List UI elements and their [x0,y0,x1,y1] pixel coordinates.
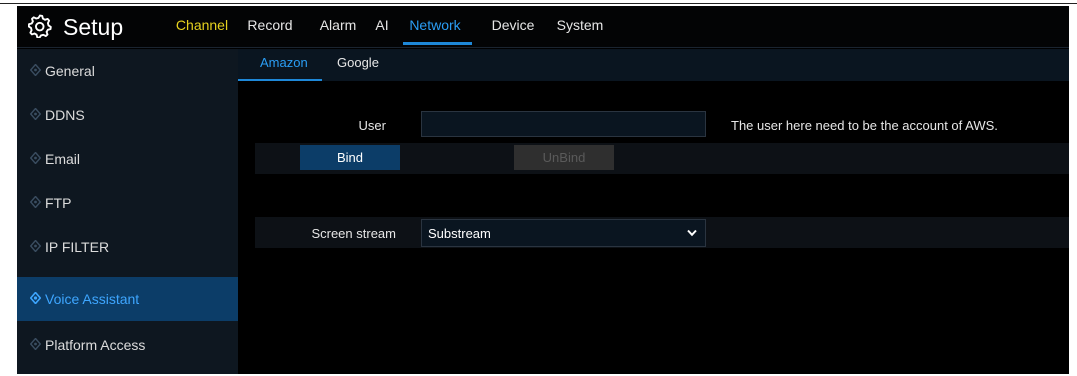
diamond-icon [30,152,41,164]
sidebar-item-label: DDNS [45,107,85,123]
sidebar-item-label: General [45,63,95,79]
tab-system[interactable]: System [555,6,605,48]
sidebar-item-ip-filter[interactable]: IP FILTER [17,225,238,269]
setup-window: Setup Channel Record Alarm AI Network De… [17,6,1069,374]
user-label: User [358,118,386,133]
diamond-icon [30,240,41,252]
user-input[interactable] [421,111,706,137]
tab-record[interactable]: Record [246,6,294,48]
top-rule [0,3,1077,4]
chevron-down-icon [687,229,697,237]
sidebar-item-platform-access[interactable]: Platform Access [17,323,238,367]
active-tab-indicator [403,42,472,45]
tab-ai[interactable]: AI [371,6,393,48]
screenshot-frame: Setup Channel Record Alarm AI Network De… [0,0,1077,376]
gear-icon [28,14,52,38]
tab-channel[interactable]: Channel [173,6,231,48]
diamond-icon [30,338,41,350]
diamond-icon [30,196,41,208]
diamond-icon [30,292,41,304]
sidebar-item-general[interactable]: General [17,49,238,93]
sidebar-item-label: Voice Assistant [45,291,140,307]
screen-stream-select[interactable]: Substream [421,219,706,247]
page-title: Setup [63,14,124,40]
diamond-icon [30,108,41,120]
sidebar-item-voice-assistant[interactable]: Voice Assistant [17,277,238,321]
active-subtab-indicator [238,79,322,81]
screen-stream-value: Substream [428,226,491,241]
diamond-icon [30,64,41,76]
sidebar-item-email[interactable]: Email [17,137,238,181]
tab-google[interactable]: Google [337,49,379,81]
sidebar-item-label: IP FILTER [45,239,110,255]
sidebar-item-label: Platform Access [45,337,146,353]
main-content: Amazon Google User The user here need to… [238,49,1069,374]
tab-amazon[interactable]: Amazon [260,49,308,81]
subtab-bar: Amazon Google [238,49,1069,81]
tab-alarm[interactable]: Alarm [317,6,359,48]
unbind-button[interactable]: UnBind [514,145,614,170]
tab-device[interactable]: Device [489,6,537,48]
sidebar-item-ftp[interactable]: FTP [17,181,238,225]
sidebar-item-ddns[interactable]: DDNS [17,93,238,137]
sidebar-item-label: FTP [45,195,72,211]
sidebar-item-label: Email [45,151,81,167]
top-navigation-bar: Setup Channel Record Alarm AI Network De… [17,6,1069,48]
sidebar: General DDNS Email FTP IP FILTER Voice A… [17,49,238,374]
user-hint: The user here need to be the account of … [731,118,998,133]
bind-button[interactable]: Bind [300,145,400,170]
screen-stream-label: Screen stream [311,226,396,241]
